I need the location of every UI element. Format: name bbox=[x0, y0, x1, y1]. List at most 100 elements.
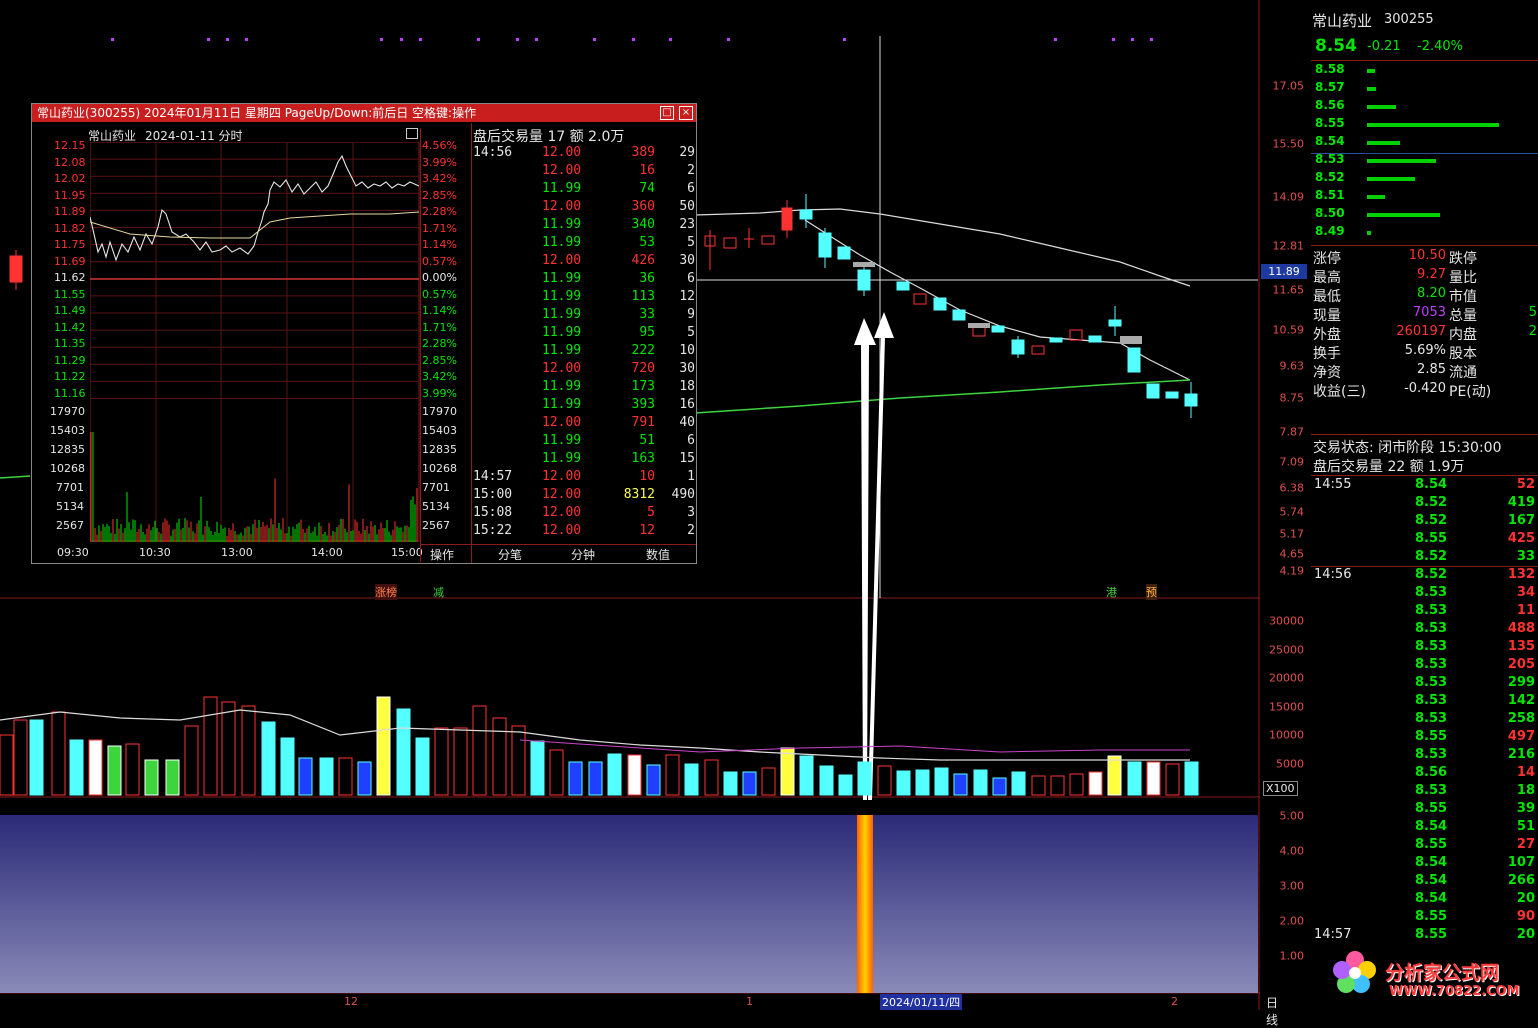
trade-price: 11.99 bbox=[542, 433, 582, 448]
indicator-axis-tick: 2.00 bbox=[1279, 914, 1305, 928]
trade-row[interactable]: 14:56 12.00 389 29 bbox=[473, 145, 697, 163]
tag-hk[interactable]: 港 bbox=[1106, 584, 1117, 600]
tab-operate[interactable]: 操作 bbox=[430, 546, 454, 563]
trade-list[interactable]: 14:56 12.00 389 29 12.00 16 2 11.99 74 6 12.00 360 5… bbox=[473, 145, 695, 541]
price-axis-tick: 12.81 bbox=[1272, 239, 1305, 253]
trade-row[interactable]: 11.99 33 9 bbox=[473, 307, 697, 325]
stat-label: 外盘 bbox=[1313, 327, 1341, 343]
trade-row[interactable]: 15:00 12.00 8312 490 bbox=[473, 487, 697, 505]
trade-row[interactable]: 12.00 426 30 bbox=[473, 253, 697, 271]
trade-row[interactable]: 12.00 360 50 bbox=[473, 199, 697, 217]
trade-row[interactable]: 11.99 95 5 bbox=[473, 325, 697, 343]
popup-title-bar[interactable]: 常山药业(300255) 2024年01月11日 星期四 PageUp/Down… bbox=[32, 104, 696, 122]
intraday-vol-tick: 2567 bbox=[422, 519, 450, 532]
tab-minutes[interactable]: 分钟 bbox=[571, 546, 595, 563]
volume-bar bbox=[684, 763, 699, 796]
tick-row[interactable]: 8.53 11 bbox=[1311, 603, 1538, 621]
trade-row[interactable]: 14:57 12.00 10 1 bbox=[473, 469, 697, 487]
trade-price: 11.99 bbox=[542, 343, 582, 358]
tick-row[interactable]: 8.54 266 bbox=[1311, 873, 1538, 891]
volume-bar bbox=[723, 771, 738, 796]
tick-row[interactable]: 8.56 14 bbox=[1311, 765, 1538, 783]
tick-row[interactable]: 8.53 34 bbox=[1311, 585, 1538, 603]
intraday-time-tick: 09:30 bbox=[57, 546, 89, 559]
trade-row[interactable]: 11.99 53 5 bbox=[473, 235, 697, 253]
tick-row[interactable]: 8.55 497 bbox=[1311, 729, 1538, 747]
tag-limit-up-list[interactable]: 涨榜 bbox=[375, 584, 397, 600]
trade-row[interactable]: 11.99 173 18 bbox=[473, 379, 697, 397]
order-book-level: 8.58 bbox=[1311, 62, 1538, 80]
trade-row[interactable]: 11.99 113 12 bbox=[473, 289, 697, 307]
stat-label: PE(动) bbox=[1449, 384, 1492, 400]
intraday-vol-tick: 7701 bbox=[422, 481, 450, 494]
tick-volume: 299 bbox=[1507, 675, 1535, 690]
trade-row[interactable]: 12.00 16 2 bbox=[473, 163, 697, 181]
trade-row[interactable]: 11.99 222 10 bbox=[473, 343, 697, 361]
close-icon[interactable]: × bbox=[679, 106, 693, 120]
trade-count: 1 bbox=[687, 469, 695, 484]
tick-row[interactable]: 8.55 425 bbox=[1311, 531, 1538, 549]
maximize-icon[interactable]: □ bbox=[660, 106, 674, 120]
trade-row[interactable]: 11.99 163 15 bbox=[473, 451, 697, 469]
tick-row[interactable]: 8.52 167 bbox=[1311, 513, 1538, 531]
stat-value: 5.69% bbox=[1404, 343, 1446, 358]
tick-row[interactable]: 8.55 39 bbox=[1311, 801, 1538, 819]
intraday-vol-tick: 5134 bbox=[56, 500, 84, 513]
tick-volume: 18 bbox=[1516, 783, 1535, 798]
trade-count: 6 bbox=[687, 271, 695, 286]
trade-row[interactable]: 11.99 51 6 bbox=[473, 433, 697, 451]
tick-row[interactable]: 8.53 142 bbox=[1311, 693, 1538, 711]
tick-row[interactable]: 8.52 419 bbox=[1311, 495, 1538, 513]
tick-row[interactable]: 8.53 299 bbox=[1311, 675, 1538, 693]
trade-count: 2 bbox=[687, 163, 695, 178]
tick-price: 8.52 bbox=[1415, 495, 1448, 510]
tick-row[interactable]: 8.54 107 bbox=[1311, 855, 1538, 873]
tick-row[interactable]: 8.55 90 bbox=[1311, 909, 1538, 927]
trade-row[interactable]: 15:22 12.00 12 2 bbox=[473, 523, 697, 541]
volume-bar bbox=[69, 739, 84, 796]
trade-row[interactable]: 11.99 74 6 bbox=[473, 181, 697, 199]
trade-row[interactable]: 12.00 791 40 bbox=[473, 415, 697, 433]
tick-row[interactable]: 8.53 135 bbox=[1311, 639, 1538, 657]
trade-row[interactable]: 12.00 720 30 bbox=[473, 361, 697, 379]
order-book-size-bar bbox=[1367, 231, 1371, 235]
chart-toggle-icon[interactable] bbox=[406, 128, 418, 139]
tick-row[interactable]: 14:57 8.55 20 bbox=[1311, 927, 1538, 945]
volume-bar bbox=[1069, 773, 1084, 796]
tag-reduce[interactable]: 减 bbox=[433, 584, 444, 600]
tick-list[interactable]: 14:55 8.54 52 8.52 419 8.52 167 8.55 425 8.52 33 14… bbox=[1311, 477, 1538, 1010]
period-label[interactable]: 日线 bbox=[1266, 994, 1278, 1028]
trade-row[interactable]: 11.99 393 16 bbox=[473, 397, 697, 415]
intraday-vol-tick: 15403 bbox=[422, 424, 457, 437]
quote-panel[interactable]: 常山药业 300255 8.54 -0.21 -2.40% 8.58 8.57 8.… bbox=[1311, 0, 1538, 1010]
trade-row[interactable]: 11.99 36 6 bbox=[473, 271, 697, 289]
tick-row[interactable]: 8.53 258 bbox=[1311, 711, 1538, 729]
volume-bar bbox=[1050, 775, 1065, 796]
volume-bar bbox=[1088, 771, 1103, 796]
tick-row[interactable]: 14:56 8.52 132 bbox=[1311, 567, 1538, 585]
tick-row[interactable]: 8.54 51 bbox=[1311, 819, 1538, 837]
trade-count: 5 bbox=[687, 235, 695, 250]
trade-price: 12.00 bbox=[542, 361, 582, 376]
intraday-popup[interactable]: 常山药业(300255) 2024年01月11日 星期四 PageUp/Down… bbox=[31, 103, 697, 564]
tick-row[interactable]: 8.53 488 bbox=[1311, 621, 1538, 639]
trade-row[interactable]: 11.99 340 23 bbox=[473, 217, 697, 235]
tick-row[interactable]: 8.54 20 bbox=[1311, 891, 1538, 909]
stock-code: 300255 bbox=[1384, 12, 1434, 27]
tab-ticks[interactable]: 分笔 bbox=[498, 546, 522, 563]
trade-row[interactable]: 15:08 12.00 5 3 bbox=[473, 505, 697, 523]
tab-values[interactable]: 数值 bbox=[646, 546, 670, 563]
volume-bar bbox=[1107, 755, 1122, 796]
tick-row[interactable]: 8.52 33 bbox=[1311, 549, 1538, 567]
tick-row[interactable]: 8.53 216 bbox=[1311, 747, 1538, 765]
order-book-level: 8.51 bbox=[1311, 188, 1538, 206]
tag-forecast[interactable]: 预 bbox=[1146, 584, 1157, 600]
tick-price: 8.53 bbox=[1415, 747, 1448, 762]
last-price: 8.54 bbox=[1315, 36, 1357, 56]
tick-row[interactable]: 8.53 205 bbox=[1311, 657, 1538, 675]
tick-row[interactable]: 14:55 8.54 52 bbox=[1311, 477, 1538, 495]
tick-row[interactable]: 8.55 27 bbox=[1311, 837, 1538, 855]
price-axis-tick: 7.87 bbox=[1279, 425, 1305, 439]
tick-volume: 216 bbox=[1507, 747, 1535, 762]
tick-row[interactable]: 8.53 18 bbox=[1311, 783, 1538, 801]
